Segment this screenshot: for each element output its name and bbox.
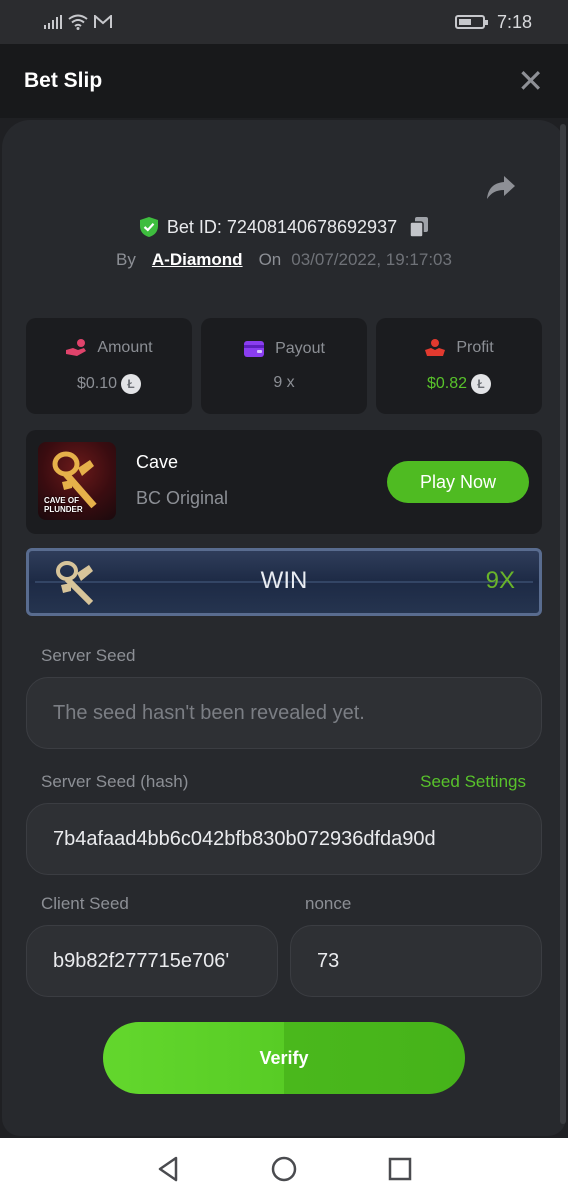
server-seed-hash-label: Server Seed (hash) — [41, 772, 189, 791]
payout-card: Payout 9 x — [201, 318, 367, 414]
status-icons-right: 7:18 — [454, 11, 532, 33]
profit-value-row: $0.82 Ł — [426, 374, 492, 394]
nonce-field[interactable]: 73 — [290, 925, 542, 997]
litecoin-icon: Ł — [471, 374, 492, 394]
bettor-row: By A-Diamond On 03/07/2022, 19:17:03 — [0, 246, 568, 274]
thumbnail-title: CAVE OF PLUNDER — [44, 496, 83, 514]
bet-id: Bet ID: 724081406786929​37 — [166, 216, 398, 237]
amount-label-row: Amount — [65, 338, 153, 358]
share-icon[interactable] — [486, 174, 516, 200]
game-thumbnail[interactable]: CAVE OF PLUNDER — [38, 442, 116, 520]
result-banner: WIN 9X — [26, 548, 542, 616]
on-label: On — [258, 250, 282, 269]
by-label: By — [116, 250, 136, 269]
payout-label: Payout — [275, 340, 325, 357]
copy-icon[interactable] — [409, 216, 429, 238]
bet-date: 03/07/2022, 19:17:03 — [291, 250, 452, 269]
hand-coins-icon — [66, 339, 87, 356]
game-name: Cave — [136, 452, 179, 472]
wallet-icon — [244, 341, 265, 357]
amount-label: Amount — [97, 339, 153, 356]
payout-label-row: Payout — [243, 340, 325, 358]
profit-hand-icon — [425, 339, 446, 356]
server-seed-field[interactable]: The seed hasn't been revealed yet. — [26, 677, 542, 749]
payout-value: 9 x — [273, 374, 295, 391]
result-label: WIN — [260, 567, 308, 594]
seed-settings-link[interactable]: Seed Settings — [420, 772, 526, 792]
back-icon[interactable] — [152, 1153, 184, 1185]
wifi-icon — [68, 14, 88, 30]
profit-label: Profit — [456, 339, 494, 356]
home-icon[interactable] — [268, 1153, 300, 1185]
client-seed-field[interactable]: b9b82f277715e706' — [26, 925, 278, 997]
amount-card: Amount $0.10 Ł — [26, 318, 192, 414]
game-subtitle: BC Original — [136, 488, 229, 508]
header: Bet Slip ✕ — [0, 44, 568, 118]
server-seed-hash-field[interactable]: 7b4afaad4bb6c042bfb830b072936dfda90d — [26, 803, 542, 875]
scrollbar[interactable] — [560, 124, 566, 1124]
system-nav-bar — [0, 1138, 568, 1200]
username-link[interactable]: A-Diamond — [152, 250, 243, 270]
amount-value-row: $0.10 Ł — [76, 374, 142, 394]
bet-id-row: Bet ID: 724081406786929​37 — [0, 212, 568, 242]
play-now-button[interactable]: Play Now — [387, 461, 529, 503]
recents-icon[interactable] — [384, 1153, 416, 1185]
profit-value: $0.82 — [426, 375, 468, 392]
signal-icon — [44, 15, 62, 29]
litecoin-icon: Ł — [121, 374, 142, 394]
battery-icon — [454, 15, 488, 29]
mail-icon — [94, 15, 112, 28]
server-seed-label: Server Seed — [41, 646, 136, 665]
profit-label-row: Profit — [424, 338, 494, 358]
result-multiplier: 9X — [485, 567, 515, 594]
payout-value-row: 9 x — [273, 374, 294, 392]
amount-value: $0.10 — [76, 375, 118, 392]
profit-card: Profit $0.82 Ł — [376, 318, 542, 414]
client-seed-label: Client Seed — [41, 894, 129, 913]
status-bar: 7:18 — [0, 0, 568, 44]
verify-button[interactable]: Verify — [103, 1022, 465, 1094]
close-icon[interactable]: ✕ — [517, 65, 544, 97]
page-title: Bet Slip — [24, 69, 103, 92]
game-card: CAVE OF PLUNDER Cave BC Original Play No… — [26, 430, 542, 534]
status-icons-left — [44, 14, 112, 30]
shield-check-icon — [139, 217, 158, 237]
clock: 7:18 — [496, 11, 532, 32]
nonce-label: nonce — [305, 894, 352, 913]
